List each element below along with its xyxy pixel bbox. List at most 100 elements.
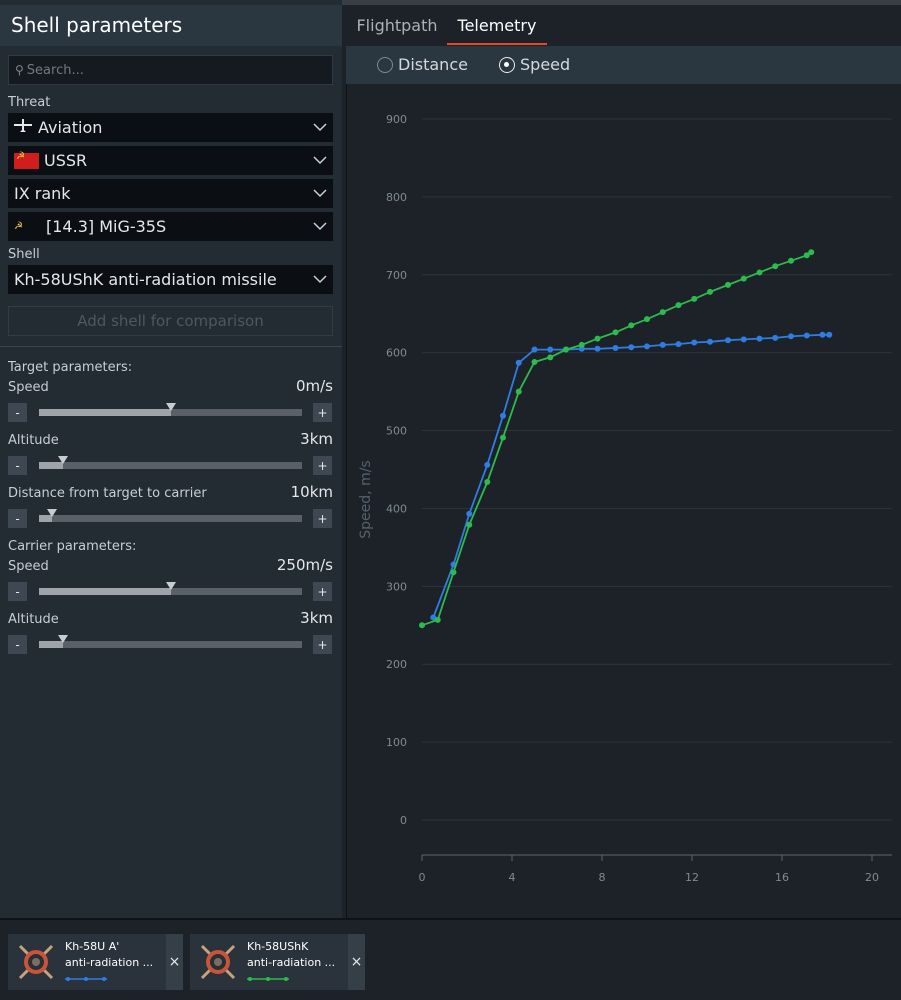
data-point: [788, 333, 794, 340]
missile-target-icon: [18, 944, 54, 980]
data-point: [450, 569, 457, 576]
active-tab-indicator: [447, 43, 547, 45]
card-shell-name: Kh-58U A': [65, 940, 120, 953]
y-tick-label: 500: [386, 425, 407, 438]
data-point: [612, 329, 619, 336]
data-point: [419, 622, 425, 629]
carrier-speed-decrease-button[interactable]: -: [8, 582, 27, 601]
ussr-flag-icon: [14, 151, 39, 169]
slider-handle[interactable]: [165, 582, 176, 592]
data-point: [500, 412, 506, 419]
data-point: [772, 263, 779, 270]
x-tick-label: 20: [865, 871, 879, 884]
data-point: [756, 269, 763, 276]
speed-chart-svg: 0 100 200 300 400 500 600 700 800 900 0 4 8 12 16 20 Spe…: [358, 113, 892, 884]
data-point: [434, 616, 441, 623]
data-point: [612, 344, 619, 351]
data-point: [707, 338, 713, 345]
distance-decrease-button[interactable]: -: [8, 509, 27, 528]
carrier-altitude-decrease-button[interactable]: -: [8, 635, 27, 654]
target-altitude-decrease-button[interactable]: -: [8, 456, 27, 475]
radio-button-selected: [499, 56, 515, 73]
distance-slider[interactable]: [39, 509, 302, 522]
data-point: [594, 335, 601, 342]
search-icon: ⚲: [15, 63, 24, 77]
distance-value: 10km: [290, 483, 333, 501]
card-shell-desc: anti-radiation ...: [247, 956, 336, 969]
radio-distance-label: Distance: [398, 55, 468, 74]
card-shell-desc: anti-radiation ...: [65, 956, 154, 969]
target-speed-increase-button[interactable]: +: [313, 403, 332, 422]
series-legend-line: [247, 977, 289, 981]
aircraft-icon: [14, 118, 32, 137]
data-point: [628, 322, 635, 329]
radio-distance[interactable]: Distance: [377, 55, 468, 74]
data-point: [531, 346, 538, 353]
slider-fill: [39, 588, 171, 595]
missile-target-icon: [200, 944, 236, 980]
chevron-down-icon: [313, 222, 327, 231]
data-point: [628, 344, 635, 351]
data-point: [531, 359, 538, 366]
data-point: [659, 309, 666, 316]
ussr-emblem-icon: ☭: [14, 221, 23, 232]
target-speed-value: 0m/s: [295, 377, 333, 395]
series-legend-line: [65, 977, 107, 981]
data-point: [740, 336, 747, 343]
data-point: [500, 434, 506, 441]
rank-dropdown[interactable]: IX rank: [8, 179, 333, 208]
shell-dropdown[interactable]: Kh-58UShK anti-radiation missile: [8, 265, 333, 294]
target-speed-decrease-button[interactable]: -: [8, 403, 27, 422]
data-point: [808, 249, 815, 256]
vehicle-value: [14.3] MiG-35S: [46, 217, 167, 236]
close-icon[interactable]: ×: [166, 934, 183, 990]
data-point: [803, 332, 810, 339]
data-point: [756, 335, 763, 342]
slider-handle[interactable]: [57, 456, 68, 466]
rank-value: IX rank: [14, 184, 71, 203]
comparison-card[interactable]: Kh-58U A' anti-radiation ... ×: [8, 934, 183, 990]
comparison-card[interactable]: Kh-58UShK anti-radiation ... ×: [190, 934, 365, 990]
add-shell-comparison-button[interactable]: Add shell for comparison: [8, 306, 333, 336]
data-point: [725, 337, 731, 344]
data-point: [707, 288, 713, 295]
carrier-altitude-value: 3km: [300, 609, 333, 627]
target-speed-slider[interactable]: [39, 403, 302, 416]
data-point: [466, 510, 473, 517]
tab-flightpath[interactable]: Flightpath: [351, 5, 443, 46]
carrier-altitude-increase-button[interactable]: +: [313, 635, 332, 654]
close-icon[interactable]: ×: [348, 934, 365, 990]
app-root: Shell parameters ⚲ Search... Threat Avia…: [0, 0, 901, 1000]
threat-type-dropdown[interactable]: Aviation: [8, 113, 333, 142]
slider-handle[interactable]: [165, 403, 176, 413]
search-input[interactable]: ⚲ Search...: [8, 55, 333, 85]
y-tick-label: 800: [386, 191, 407, 204]
data-point: [675, 302, 682, 309]
target-altitude-increase-button[interactable]: +: [313, 456, 332, 475]
data-point: [466, 521, 473, 528]
vehicle-dropdown[interactable]: ☭ [14.3] MiG-35S: [8, 212, 333, 241]
x-tick-label: 8: [599, 871, 606, 884]
carrier-altitude-slider[interactable]: [39, 635, 302, 648]
radio-button: [377, 56, 393, 73]
country-dropdown[interactable]: USSR: [8, 146, 333, 175]
view-tabs: Flightpath Telemetry: [346, 5, 901, 46]
data-point: [819, 331, 826, 338]
x-tick-label: 0: [419, 871, 426, 884]
target-altitude-slider[interactable]: [39, 456, 302, 469]
carrier-speed-slider[interactable]: [39, 582, 302, 595]
divider: [0, 346, 342, 347]
data-point: [644, 343, 650, 350]
slider-handle[interactable]: [47, 509, 58, 519]
slider-handle[interactable]: [57, 635, 68, 645]
radio-speed[interactable]: Speed: [499, 55, 570, 74]
shell-label: Shell: [8, 247, 40, 262]
y-tick-label: 600: [386, 347, 407, 360]
target-speed-label: Speed: [8, 380, 49, 395]
carrier-altitude-label: Altitude: [8, 612, 59, 627]
carrier-speed-increase-button[interactable]: +: [313, 582, 332, 601]
tab-telemetry[interactable]: Telemetry: [447, 5, 547, 46]
distance-increase-button[interactable]: +: [313, 509, 332, 528]
chevron-down-icon: [313, 189, 327, 198]
chevron-down-icon: [313, 275, 327, 284]
